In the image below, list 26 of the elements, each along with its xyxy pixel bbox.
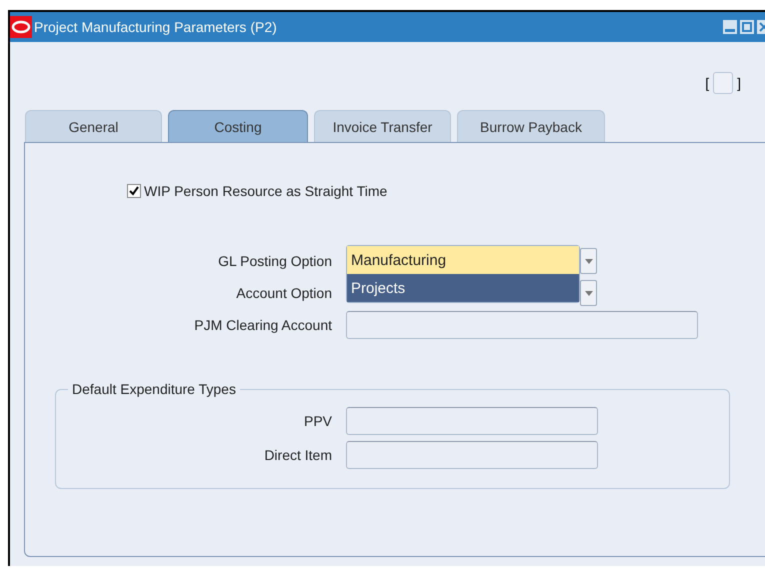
checkbox-label: WIP Person Resource as Straight Time — [144, 183, 388, 199]
checkbox[interactable] — [127, 184, 141, 198]
caret-icon — [584, 290, 592, 296]
window-title: Project Manufacturing Parameters (P2) — [34, 19, 278, 35]
field-label: Account Option — [235, 285, 332, 301]
input-field[interactable] — [346, 407, 598, 435]
minimize-icon[interactable] — [723, 20, 737, 34]
input-field[interactable] — [346, 311, 698, 339]
group-title: Default Expenditure Types — [68, 381, 240, 397]
field-label: PJM Clearing Account — [193, 317, 332, 333]
tab[interactable]: Burrow Payback — [457, 110, 605, 142]
field-label: GL Posting Option — [217, 253, 332, 269]
logo-icon — [10, 16, 32, 38]
caret-icon — [584, 258, 592, 264]
dropdown-button[interactable] — [580, 248, 597, 274]
dropdown-option[interactable]: Projects — [347, 274, 579, 302]
bracket: [ — [705, 75, 710, 91]
tab[interactable]: Invoice Transfer — [314, 110, 451, 142]
bracket: ] — [737, 75, 741, 91]
dropdown-button[interactable] — [580, 280, 597, 306]
field-label: Direct Item — [263, 447, 332, 463]
field-label: PPV — [302, 413, 332, 429]
tab[interactable]: General — [25, 110, 162, 142]
maximize-icon[interactable] — [740, 20, 754, 34]
input-field[interactable] — [346, 441, 598, 469]
tab[interactable]: Costing — [168, 110, 308, 142]
